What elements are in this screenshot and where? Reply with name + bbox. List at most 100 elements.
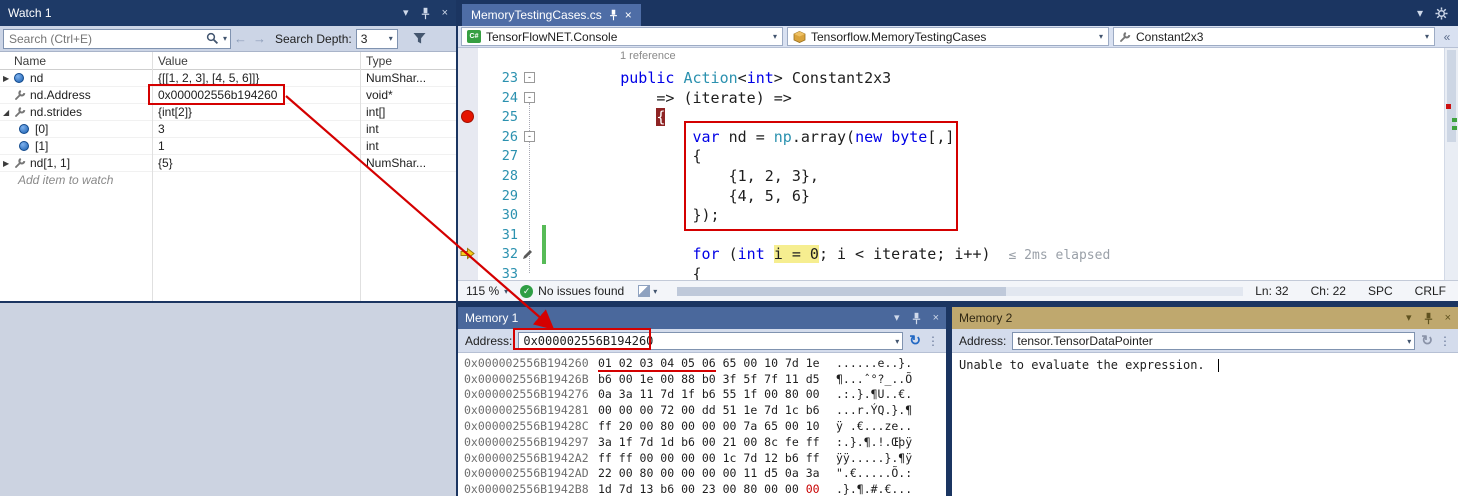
memory2-address-combo[interactable]: ▾ xyxy=(1012,332,1415,350)
zoom-dropdown[interactable]: 115 % ▾ xyxy=(458,284,520,298)
watch-value[interactable]: {[[1, 2, 3], [4, 5, 6]]} xyxy=(152,71,360,85)
memory-row[interactable]: 0x000002556B1942973a 1f 7d 1d b6 00 21 0… xyxy=(458,434,946,450)
memory-address: 0x000002556B194276 xyxy=(464,387,592,401)
pin-icon[interactable] xyxy=(912,312,921,325)
memory1-address-combo[interactable]: ▾ xyxy=(518,332,903,350)
close-icon[interactable]: × xyxy=(1445,313,1451,324)
memory-row[interactable]: 0x000002556B19428100 00 00 72 00 dd 51 1… xyxy=(458,402,946,418)
search-prev-icon[interactable]: ← xyxy=(234,31,247,46)
memory-bytes[interactable]: 1d 7d 13 b6 00 23 00 80 00 00 00 xyxy=(598,482,828,496)
scrollbar-thumb[interactable] xyxy=(677,287,1005,296)
search-input[interactable] xyxy=(4,30,230,48)
chevron-down-icon[interactable]: ▾ xyxy=(1407,337,1411,346)
editor-vertical-scrollbar[interactable] xyxy=(1444,48,1458,280)
memory1-titlebar[interactable]: Memory 1 ▾ × xyxy=(458,307,946,329)
code-line[interactable]: 33 { xyxy=(458,264,1444,280)
issues-label[interactable]: No issues found xyxy=(538,284,624,298)
memory-bytes[interactable]: 00 00 00 72 00 dd 51 1e 7d 1c b6 xyxy=(598,403,828,417)
memory-bytes[interactable]: b6 00 1e 00 88 b0 3f 5f 7f 11 d5 xyxy=(598,372,828,386)
watch-row[interactable]: ▶nd{[[1, 2, 3], [4, 5, 6]]}NumShar... xyxy=(0,70,456,87)
navbar-options-icon[interactable]: « xyxy=(1439,30,1455,44)
code-line[interactable]: 30 }); xyxy=(458,205,1444,225)
field-icon xyxy=(19,124,35,134)
watch-value[interactable]: 0x000002556b194260 xyxy=(152,88,360,102)
add-watch-item[interactable]: Add item to watch xyxy=(0,172,456,189)
codelens-references[interactable]: 1 reference xyxy=(620,50,676,62)
memory-row[interactable]: 0x000002556B194276 0a 3a 11 7d 1f b6 55 1… xyxy=(458,387,946,403)
watch-row[interactable]: [0]3int xyxy=(0,121,456,138)
memory2-address-input[interactable] xyxy=(1012,332,1415,350)
code-editor[interactable]: 1 reference 23- public Action<int> Const… xyxy=(458,48,1444,280)
search-next-icon[interactable]: → xyxy=(253,31,266,46)
code-line[interactable]: 24- => (iterate) => xyxy=(458,88,1444,108)
fold-collapse-icon[interactable]: - xyxy=(524,72,535,83)
memory-row[interactable]: 0x000002556B1942AD22 00 80 00 00 00 00 1… xyxy=(458,466,946,482)
close-icon[interactable]: × xyxy=(442,8,448,19)
memory-bytes[interactable]: 3a 1f 7d 1d b6 00 21 00 8c fe ff xyxy=(598,435,828,449)
refresh-icon[interactable]: ↻ xyxy=(909,332,921,349)
memory-bytes[interactable]: ff ff 00 00 00 00 1c 7d 12 b6 ff xyxy=(598,451,828,465)
memory-row[interactable]: 0x000002556B19426001 02 03 04 05 06 65 0… xyxy=(458,355,946,371)
search-depth-combo[interactable]: 3 ▾ xyxy=(356,29,398,49)
toolbar-overflow-icon[interactable]: ⋮ xyxy=(1439,334,1451,348)
chevron-down-icon[interactable]: ▾ xyxy=(895,337,899,346)
window-menu-chevron-icon[interactable]: ▾ xyxy=(894,313,900,324)
breakpoint-icon[interactable] xyxy=(461,110,474,123)
memory-row[interactable]: 0x000002556B19428Cff 20 00 80 00 00 00 7… xyxy=(458,418,946,434)
code-line[interactable]: 25 { xyxy=(458,107,1444,127)
memory1-hex[interactable]: 0x000002556B19426001 02 03 04 05 06 65 0… xyxy=(458,353,946,496)
toolbar-overflow-icon[interactable]: ⋮ xyxy=(927,334,939,348)
tab-list-chevron-icon[interactable]: ▾ xyxy=(1417,6,1423,20)
expand-icon[interactable]: ▶ xyxy=(0,159,14,168)
pin-icon[interactable] xyxy=(1424,312,1433,325)
close-tab-icon[interactable]: × xyxy=(625,8,632,22)
watch-row[interactable]: ▶nd[1, 1]{5}NumShar... xyxy=(0,155,456,172)
watch-row[interactable]: ◢nd.strides{int[2]}int[] xyxy=(0,104,456,121)
watch-value[interactable]: {5} xyxy=(152,156,360,170)
window-menu-chevron-icon[interactable]: ▾ xyxy=(1406,313,1412,324)
watch-titlebar[interactable]: Watch 1 ▾ × xyxy=(0,0,456,26)
memory-bytes[interactable]: 22 00 80 00 00 00 00 11 d5 0a 3a xyxy=(598,466,828,480)
memory-row[interactable]: 0x000002556B1942A2ff ff 00 00 00 00 1c 7… xyxy=(458,450,946,466)
code-line[interactable]: 32 for (int i = 0; i < iterate; i++)≤ 2m… xyxy=(458,244,1444,264)
watch-value[interactable]: 1 xyxy=(152,139,360,153)
refresh-icon[interactable]: ↻ xyxy=(1421,332,1433,349)
memory2-message-area[interactable]: Unable to evaluate the expression. xyxy=(952,353,1458,496)
memory2-titlebar[interactable]: Memory 2 ▾ × xyxy=(952,307,1458,329)
pin-icon[interactable] xyxy=(421,7,430,20)
code-line[interactable]: 23- public Action<int> Constant2x3 xyxy=(458,68,1444,88)
watch-row[interactable]: nd.Address0x000002556b194260void* xyxy=(0,87,456,104)
code-line[interactable]: 31 xyxy=(458,225,1444,245)
code-line[interactable]: 29 {4, 5, 6} xyxy=(458,186,1444,206)
member-dropdown[interactable]: Constant2x3 ▾ xyxy=(1113,27,1435,46)
expand-icon[interactable]: ▶ xyxy=(0,74,14,83)
search-options-chevron-icon[interactable]: ▾ xyxy=(223,34,227,43)
code-line[interactable]: 28 {1, 2, 3}, xyxy=(458,166,1444,186)
chevron-down-icon[interactable]: ▾ xyxy=(653,287,657,296)
memory-bytes[interactable]: 01 02 03 04 05 06 65 00 10 7d 1e xyxy=(598,356,828,370)
editor-horizontal-scrollbar[interactable] xyxy=(677,287,1243,296)
memory-bytes[interactable]: ff 20 00 80 00 00 00 7a 65 00 10 xyxy=(598,419,828,433)
document-health-icon[interactable] xyxy=(638,285,650,297)
code-line[interactable]: 27 { xyxy=(458,146,1444,166)
collapse-icon[interactable]: ◢ xyxy=(0,108,14,117)
memory-row[interactable]: 0x000002556B19426Bb6 00 1e 00 88 b0 3f 5… xyxy=(458,371,946,387)
code-line[interactable]: 26- var nd = np.array(new byte[,] xyxy=(458,127,1444,147)
fold-collapse-icon[interactable]: - xyxy=(524,131,535,142)
pin-tab-icon[interactable] xyxy=(609,9,618,21)
project-dropdown[interactable]: C# TensorFlowNET.Console ▾ xyxy=(461,27,783,46)
watch-value[interactable]: {int[2]} xyxy=(152,105,360,119)
fold-collapse-icon[interactable]: - xyxy=(524,92,535,103)
tab-memorytestingcases[interactable]: MemoryTestingCases.cs × xyxy=(462,4,641,26)
memory1-address-input[interactable] xyxy=(518,332,903,350)
memory-row[interactable]: 0x000002556B1942B81d 7d 13 b6 00 23 00 8… xyxy=(458,481,946,496)
watch-row[interactable]: [1]1int xyxy=(0,138,456,155)
class-dropdown[interactable]: Tensorflow.MemoryTestingCases ▾ xyxy=(787,27,1109,46)
watch-value[interactable]: 3 xyxy=(152,122,360,136)
watch-filter-icon[interactable] xyxy=(412,32,427,45)
window-menu-chevron-icon[interactable]: ▾ xyxy=(403,8,409,19)
gear-icon[interactable] xyxy=(1435,7,1448,20)
close-icon[interactable]: × xyxy=(933,313,939,324)
watch-searchbox[interactable]: ▾ xyxy=(3,29,231,49)
memory-bytes[interactable]: 0a 3a 11 7d 1f b6 55 1f 00 80 00 xyxy=(598,387,828,401)
